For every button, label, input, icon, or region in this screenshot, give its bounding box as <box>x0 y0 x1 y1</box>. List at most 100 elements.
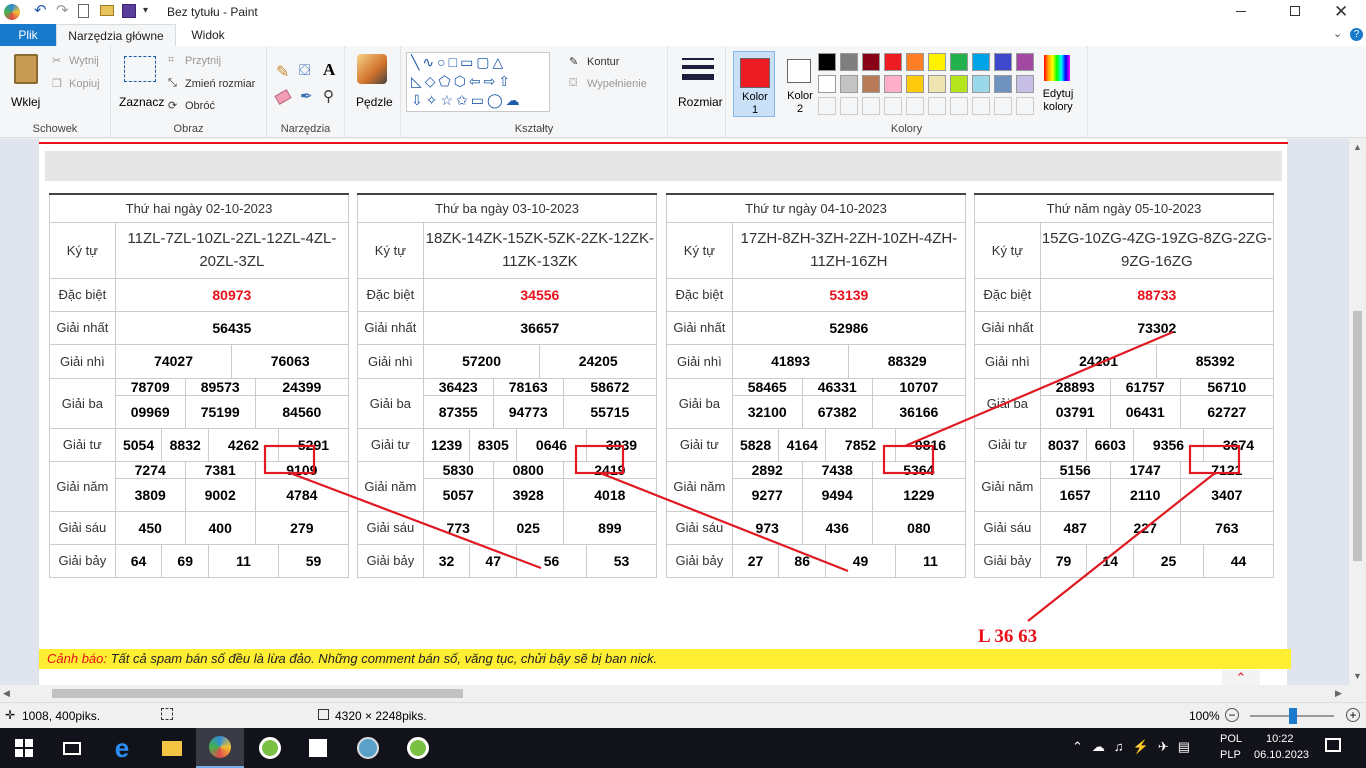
palette-swatch[interactable] <box>950 53 968 71</box>
vertical-scrollbar[interactable]: ▲ ▼ <box>1349 139 1366 685</box>
drawing-canvas[interactable]: Thứ hai ngày 02-10-2023 Ký tự 11ZL-7ZL-10Z… <box>0 139 1349 685</box>
palette-swatch[interactable] <box>818 53 836 71</box>
eraser-icon[interactable] <box>274 89 292 105</box>
select-button[interactable]: Zaznacz <box>117 52 164 114</box>
edit-colors-button[interactable]: Edytuj kolory <box>1038 52 1078 118</box>
start-button[interactable] <box>0 728 48 768</box>
horizontal-scroll-thumb[interactable] <box>52 689 463 698</box>
rotate-button[interactable]: Obróć <box>185 100 215 112</box>
color1-button[interactable]: Kolor 1 <box>733 51 775 117</box>
copy-button[interactable]: Kopiuj <box>69 78 100 90</box>
floppy-save-icon[interactable] <box>122 4 136 18</box>
taskbar-paint[interactable] <box>196 728 244 768</box>
palette-swatch[interactable] <box>818 75 836 93</box>
paste-button[interactable]: Wklej <box>6 52 46 114</box>
custom-color-slot[interactable] <box>1016 97 1034 115</box>
custom-color-slot[interactable] <box>884 97 902 115</box>
input-language-2[interactable]: PLP <box>1220 749 1241 761</box>
custom-color-slot[interactable] <box>928 97 946 115</box>
clock-time[interactable]: 10:22 <box>1266 733 1294 745</box>
taskbar-app-green[interactable] <box>246 728 294 768</box>
scroll-right-icon[interactable]: ▶ <box>1335 688 1342 699</box>
horizontal-scrollbar[interactable]: ◀ ▶ <box>0 685 1349 702</box>
quick-access-dropdown-icon[interactable]: ▾ <box>143 5 148 16</box>
palette-swatch[interactable] <box>928 75 946 93</box>
text-tool-icon[interactable]: A <box>323 60 335 80</box>
clock-date[interactable]: 06.10.2023 <box>1254 749 1309 761</box>
ribbon-collapse-icon[interactable]: ⌄ <box>1333 27 1342 40</box>
custom-color-slot[interactable] <box>818 97 836 115</box>
palette-swatch[interactable] <box>862 53 880 71</box>
palette-swatch[interactable] <box>906 75 924 93</box>
tab-file[interactable]: Plik <box>0 24 56 46</box>
open-file-icon[interactable] <box>100 5 114 16</box>
fill-icon: ⛋ <box>569 77 578 89</box>
size-button[interactable]: Rozmiar <box>676 52 723 114</box>
copy-icon: ❐ <box>52 78 62 90</box>
cut-icon: ✂ <box>52 55 62 67</box>
taskbar-app-green-2[interactable] <box>394 728 442 768</box>
brushes-button[interactable]: Pędzle <box>353 52 393 114</box>
palette-swatch[interactable] <box>994 53 1012 71</box>
palette-swatch[interactable] <box>972 75 990 93</box>
redo-icon[interactable]: ↷ <box>56 3 70 18</box>
palette-swatch[interactable] <box>928 53 946 71</box>
scroll-down-icon[interactable]: ▼ <box>1353 671 1362 681</box>
pencil-icon[interactable]: ✎ <box>276 62 289 82</box>
color-picker-icon[interactable]: ✒ <box>300 87 313 105</box>
palette-swatch[interactable] <box>884 75 902 93</box>
palette-swatch[interactable] <box>1016 53 1034 71</box>
palette-swatch[interactable] <box>906 53 924 71</box>
palette-swatch[interactable] <box>884 53 902 71</box>
resize-button[interactable]: Zmień rozmiar <box>185 78 255 90</box>
new-file-icon[interactable] <box>78 4 89 18</box>
tab-view[interactable]: Widok <box>178 24 238 46</box>
palette-swatch[interactable] <box>862 75 880 93</box>
line-shape-icon[interactable]: ╲∿○□▭▢△ <box>411 54 506 70</box>
color2-button[interactable]: Kolor 2 <box>781 51 821 117</box>
custom-color-slot[interactable] <box>840 97 858 115</box>
palette-swatch[interactable] <box>972 53 990 71</box>
vertical-scroll-thumb[interactable] <box>1353 311 1362 561</box>
tab-home[interactable]: Narzędzia główne <box>56 24 176 46</box>
palette-swatch[interactable] <box>1016 75 1034 93</box>
green-app-icon <box>407 737 429 759</box>
help-icon[interactable]: ? <box>1350 28 1363 41</box>
shapes-gallery[interactable]: ╲∿○□▭▢△ ◺◇⬠⬡⇦⇨⇧ ⇩✧☆✩▭◯☁ <box>406 52 550 112</box>
custom-color-slot[interactable] <box>994 97 1012 115</box>
taskbar-globe-app[interactable] <box>344 728 392 768</box>
save-icon[interactable]: ↶ <box>34 3 48 18</box>
palette-swatch[interactable] <box>840 75 858 93</box>
maximize-button[interactable] <box>1290 6 1300 16</box>
palette-swatch[interactable] <box>950 75 968 93</box>
polygon-shape-icon[interactable]: ◺◇⬠⬡⇦⇨⇧ <box>411 73 513 89</box>
zoom-slider-thumb[interactable] <box>1289 708 1297 724</box>
taskbar-store[interactable] <box>294 728 342 768</box>
taskbar-edge[interactable]: e <box>98 728 146 768</box>
fill-bucket-icon[interactable]: ⛋ <box>299 62 310 79</box>
notifications-icon[interactable] <box>1325 738 1341 752</box>
scroll-left-icon[interactable]: ◀ <box>3 688 10 699</box>
outline-dropdown[interactable]: Kontur <box>587 56 619 68</box>
zoom-out-button[interactable]: − <box>1225 708 1239 722</box>
task-view-button[interactable] <box>48 728 96 768</box>
palette-swatch[interactable] <box>994 75 1012 93</box>
palette-swatch[interactable] <box>840 53 858 71</box>
paint-app-icon[interactable] <box>4 4 20 20</box>
custom-color-slot[interactable] <box>950 97 968 115</box>
minimize-button[interactable] <box>1236 11 1246 12</box>
star-shape-icon[interactable]: ⇩✧☆✩▭◯☁ <box>411 92 523 108</box>
input-language-1[interactable]: POL <box>1220 733 1242 745</box>
custom-color-slot[interactable] <box>972 97 990 115</box>
close-button[interactable]: ✕ <box>1334 2 1348 22</box>
scroll-up-icon[interactable]: ▲ <box>1353 142 1362 152</box>
zoom-in-button[interactable]: + <box>1346 708 1360 722</box>
magnifier-icon[interactable]: ⚲ <box>323 87 334 105</box>
custom-color-slot[interactable] <box>906 97 924 115</box>
taskbar-explorer[interactable] <box>148 728 196 768</box>
custom-color-slot[interactable] <box>862 97 880 115</box>
tray-icons[interactable]: ⌃☁♫⚡✈▤ <box>1072 739 1199 755</box>
cut-button[interactable]: Wytnij <box>69 55 99 67</box>
crop-button[interactable]: Przytnij <box>185 55 221 67</box>
fill-dropdown[interactable]: Wypełnienie <box>587 78 647 90</box>
